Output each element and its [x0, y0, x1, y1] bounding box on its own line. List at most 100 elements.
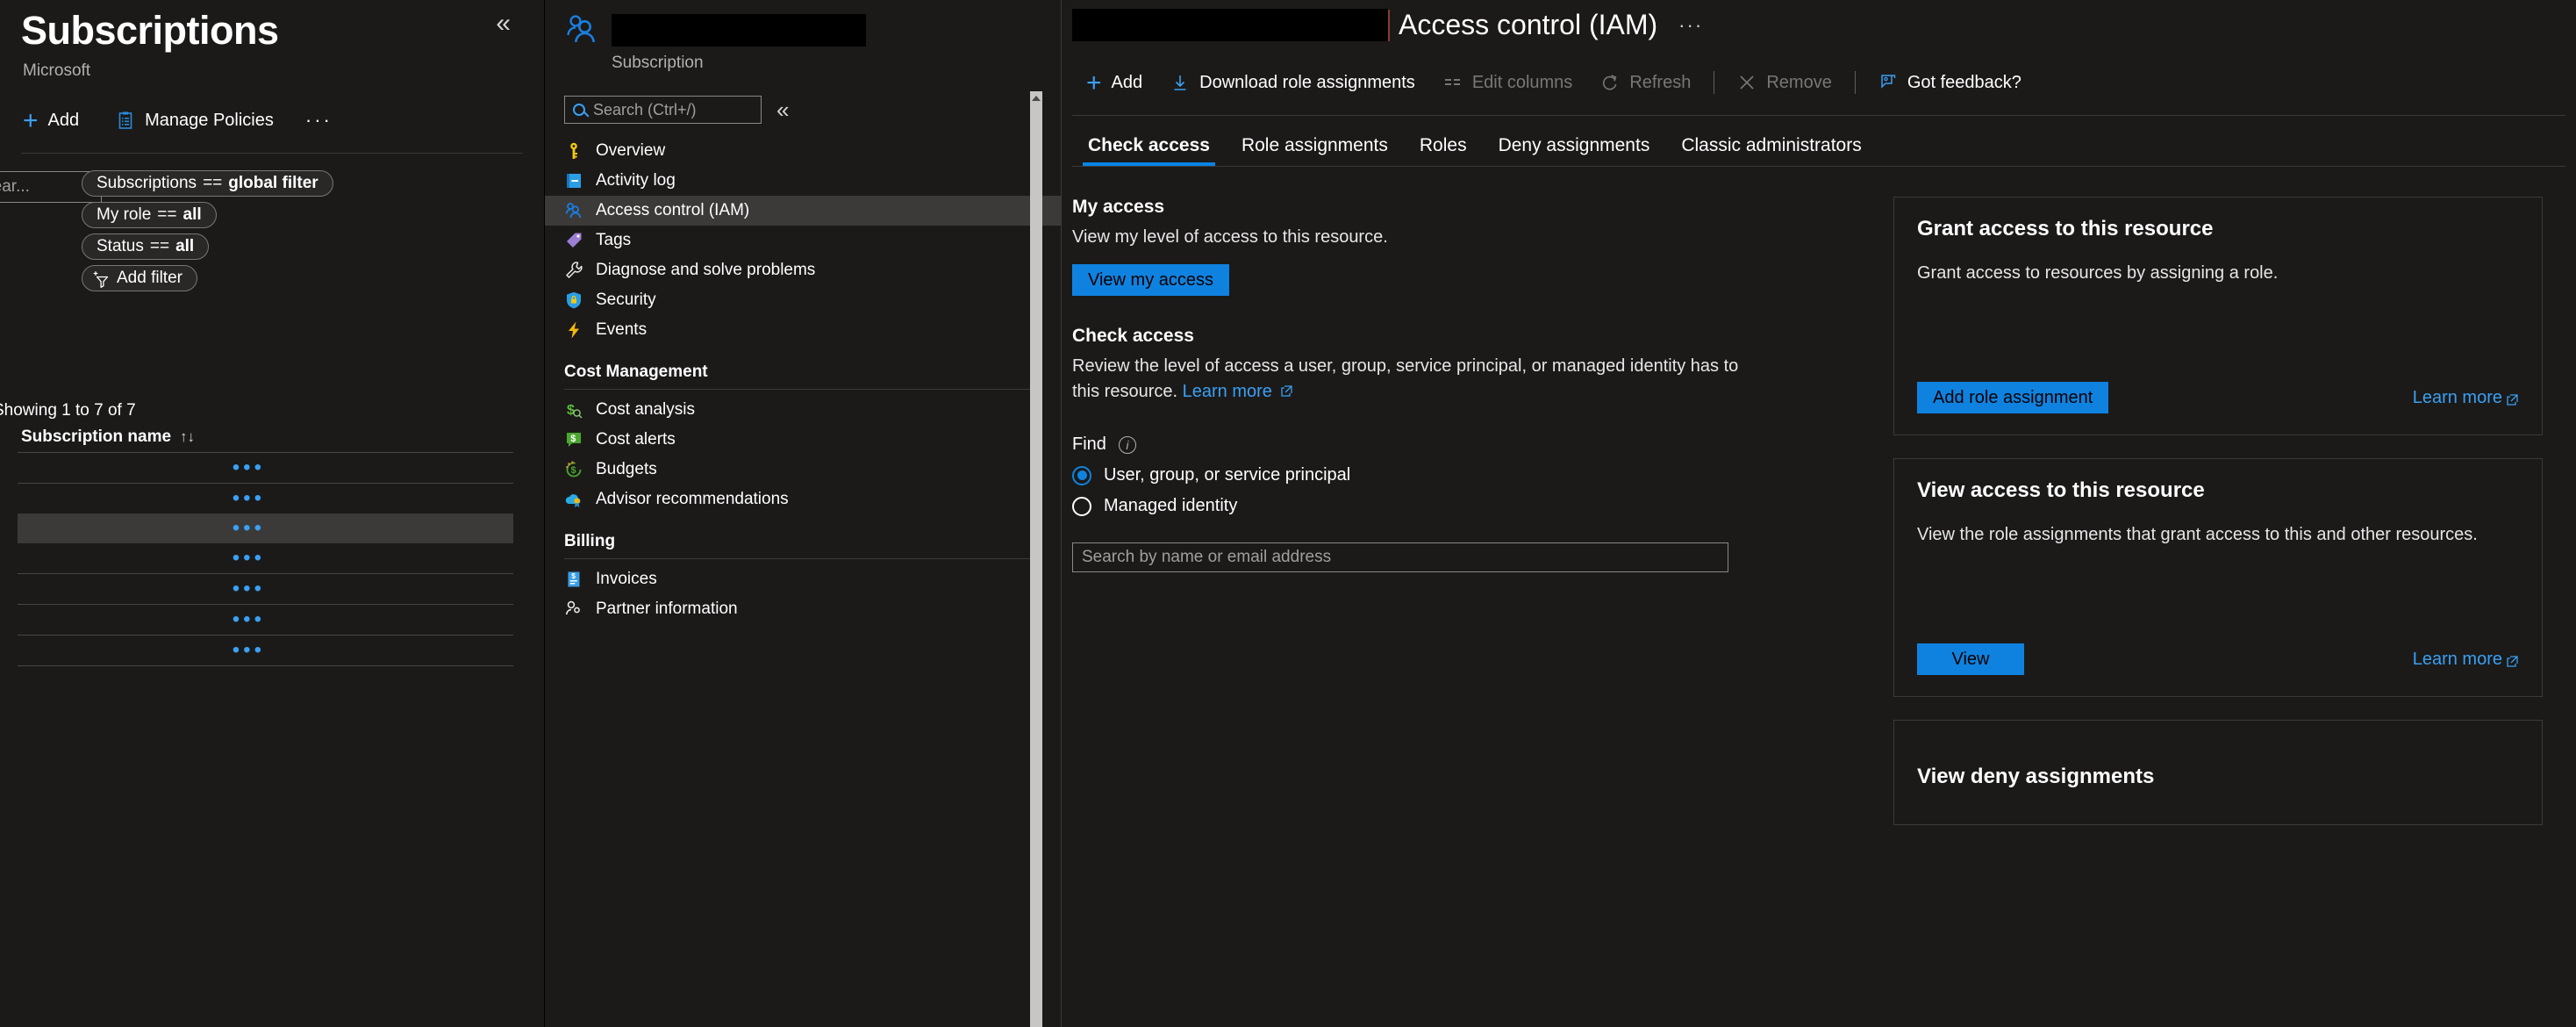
sidebar-item-security[interactable]: Security — [545, 285, 1062, 315]
external-link-icon — [1280, 380, 1293, 397]
sidebar-item-label: Overview — [596, 141, 666, 160]
sidebar-item-invoices[interactable]: $ Invoices — [545, 564, 1062, 594]
tab-role-assignments[interactable]: Role assignments — [1226, 135, 1404, 166]
radio-button-selected-icon[interactable] — [1072, 465, 1091, 485]
lightning-icon — [564, 320, 583, 340]
row-context-menu-button[interactable]: ••• — [233, 548, 265, 569]
resource-nav-scrollbar[interactable] — [1030, 91, 1042, 1027]
table-row[interactable]: ••• — [18, 514, 513, 543]
sidebar-item-access-control-iam[interactable]: Access control (IAM) — [545, 196, 1062, 226]
sidebar-item-cost-analysis[interactable]: $ Cost analysis — [545, 395, 1062, 425]
check-access-search-input[interactable]: Search by name or email address — [1072, 542, 1728, 572]
resource-header: Subscription — [545, 0, 1062, 73]
subscription-name-redacted — [1072, 9, 1388, 41]
view-my-access-button[interactable]: View my access — [1072, 264, 1230, 296]
sidebar-item-advisor-recommendations[interactable]: Advisor recommendations — [545, 485, 1062, 514]
chevron-up-icon — [1032, 96, 1041, 101]
subscriptions-search-placeholder: Sear... — [0, 177, 30, 196]
row-context-menu-button[interactable]: ••• — [233, 457, 265, 478]
edit-columns-button[interactable]: Edit columns — [1429, 73, 1587, 93]
row-context-menu-button[interactable]: ••• — [233, 640, 265, 661]
add-filter-button[interactable]: Add filter — [82, 265, 197, 291]
radio-label: Managed identity — [1104, 496, 1238, 515]
filter-field: My role — [97, 205, 152, 224]
view-access-learn-more-link[interactable]: Learn more — [2413, 650, 2519, 670]
results-count-text: Showing 1 to 7 of 7 — [0, 401, 136, 420]
refresh-label: Refresh — [1629, 72, 1692, 92]
resource-type-label: Subscription — [612, 54, 704, 72]
check-access-learn-more-link[interactable]: Learn more — [1183, 382, 1294, 401]
edit-columns-label: Edit columns — [1471, 72, 1573, 92]
row-context-menu-button[interactable]: ••• — [233, 518, 265, 539]
sidebar-item-diagnose-and-solve-problems[interactable]: Diagnose and solve problems — [545, 255, 1062, 285]
add-role-assignment-button[interactable]: Add role assignment — [1917, 382, 2109, 413]
tab-label: Role assignments — [1241, 135, 1388, 155]
table-row[interactable]: ••• — [18, 484, 513, 514]
check-access-description-text: Review the level of access a user, group… — [1072, 356, 1739, 401]
sidebar-item-cost-alerts[interactable]: $ Cost alerts — [545, 425, 1062, 455]
sidebar-item-label: Events — [596, 320, 648, 339]
sidebar-item-events[interactable]: Events — [545, 315, 1062, 345]
view-button[interactable]: View — [1917, 643, 2024, 675]
tab-deny-assignments[interactable]: Deny assignments — [1483, 135, 1666, 166]
add-subscription-button[interactable]: + Add — [21, 107, 91, 134]
subscriptions-filter-bar: Sear... Subscriptions == global filter M… — [0, 170, 544, 666]
tag-icon — [564, 231, 583, 250]
invoice-icon: $ — [564, 570, 583, 589]
table-row[interactable]: ••• — [18, 453, 513, 483]
command-bar-divider — [21, 153, 523, 154]
sidebar-item-budgets[interactable]: $ Budgets — [545, 455, 1062, 485]
radio-button-icon[interactable] — [1072, 496, 1091, 516]
table-row[interactable]: ••• — [18, 543, 513, 573]
command-separator — [1854, 71, 1856, 94]
row-context-menu-button[interactable]: ••• — [233, 609, 265, 630]
refresh-icon — [1600, 73, 1620, 92]
resource-nav-search-input[interactable]: Search (Ctrl+/) — [564, 96, 762, 124]
filter-pill-my-role[interactable]: My role == all — [82, 202, 217, 228]
radio-managed-identity[interactable]: Managed identity — [1072, 496, 1816, 516]
remove-label: Remove — [1766, 72, 1832, 92]
row-context-menu-button[interactable]: ••• — [233, 488, 265, 509]
tab-roles[interactable]: Roles — [1404, 135, 1483, 166]
filter-pill-subscriptions[interactable]: Subscriptions == global filter — [82, 170, 333, 197]
sidebar-item-overview[interactable]: Overview — [545, 136, 1062, 166]
manage-policies-button[interactable]: Manage Policies — [114, 107, 286, 134]
table-row[interactable]: ••• — [18, 574, 513, 604]
grant-access-learn-more-link[interactable]: Learn more — [2413, 388, 2519, 408]
download-role-assignments-button[interactable]: Download role assignments — [1156, 73, 1429, 93]
table-row[interactable]: ••• — [18, 605, 513, 635]
remove-button[interactable]: Remove — [1723, 73, 1845, 93]
iam-page-title: Access control (IAM) — [1399, 9, 1658, 40]
sidebar-item-partner-information[interactable]: Partner information — [545, 594, 1062, 624]
row-context-menu-button[interactable]: ••• — [233, 578, 265, 600]
page-more-menu-button[interactable]: ··· — [1678, 14, 1703, 37]
card-title: View access to this resource — [1917, 478, 2205, 502]
sidebar-item-activity-log[interactable]: Activity log — [545, 166, 1062, 196]
info-icon[interactable]: i — [1118, 435, 1136, 454]
tab-classic-administrators[interactable]: Classic administrators — [1665, 135, 1877, 166]
more-commands-button[interactable]: ··· — [305, 109, 333, 132]
wrench-icon — [564, 261, 583, 280]
collapse-blade-button[interactable]: « — [496, 11, 511, 37]
sidebar-item-tags[interactable]: Tags — [545, 226, 1062, 255]
tab-check-access[interactable]: Check access — [1072, 135, 1226, 166]
svg-text:$: $ — [571, 571, 576, 580]
scrollbar-thumb[interactable] — [1030, 105, 1042, 1027]
nav-group-cost-management: Cost Management — [564, 363, 708, 381]
add-button[interactable]: + Add — [1072, 69, 1156, 96]
table-row[interactable]: ••• — [18, 636, 513, 665]
subscription-name-column-header[interactable]: Subscription name ↑↓ — [21, 427, 195, 447]
scroll-up-button[interactable] — [1030, 91, 1042, 105]
collapse-nav-button[interactable]: « — [776, 98, 789, 121]
iam-cards-pane: Grant access to this resource Grant acce… — [1893, 197, 2543, 848]
check-access-heading: Check access — [1072, 326, 1194, 346]
refresh-button[interactable]: Refresh — [1586, 73, 1705, 93]
sidebar-item-label: Tags — [596, 231, 632, 249]
svg-text:$: $ — [570, 434, 576, 444]
column-header-label: Subscription name — [21, 427, 172, 446]
filter-pill-status[interactable]: Status == all — [82, 233, 210, 260]
radio-user-group-service-principal[interactable]: User, group, or service principal — [1072, 465, 1816, 485]
filter-field: Status — [97, 237, 144, 255]
got-feedback-button[interactable]: Got feedback? — [1864, 73, 2036, 93]
card-title: View deny assignments — [1917, 765, 2155, 788]
